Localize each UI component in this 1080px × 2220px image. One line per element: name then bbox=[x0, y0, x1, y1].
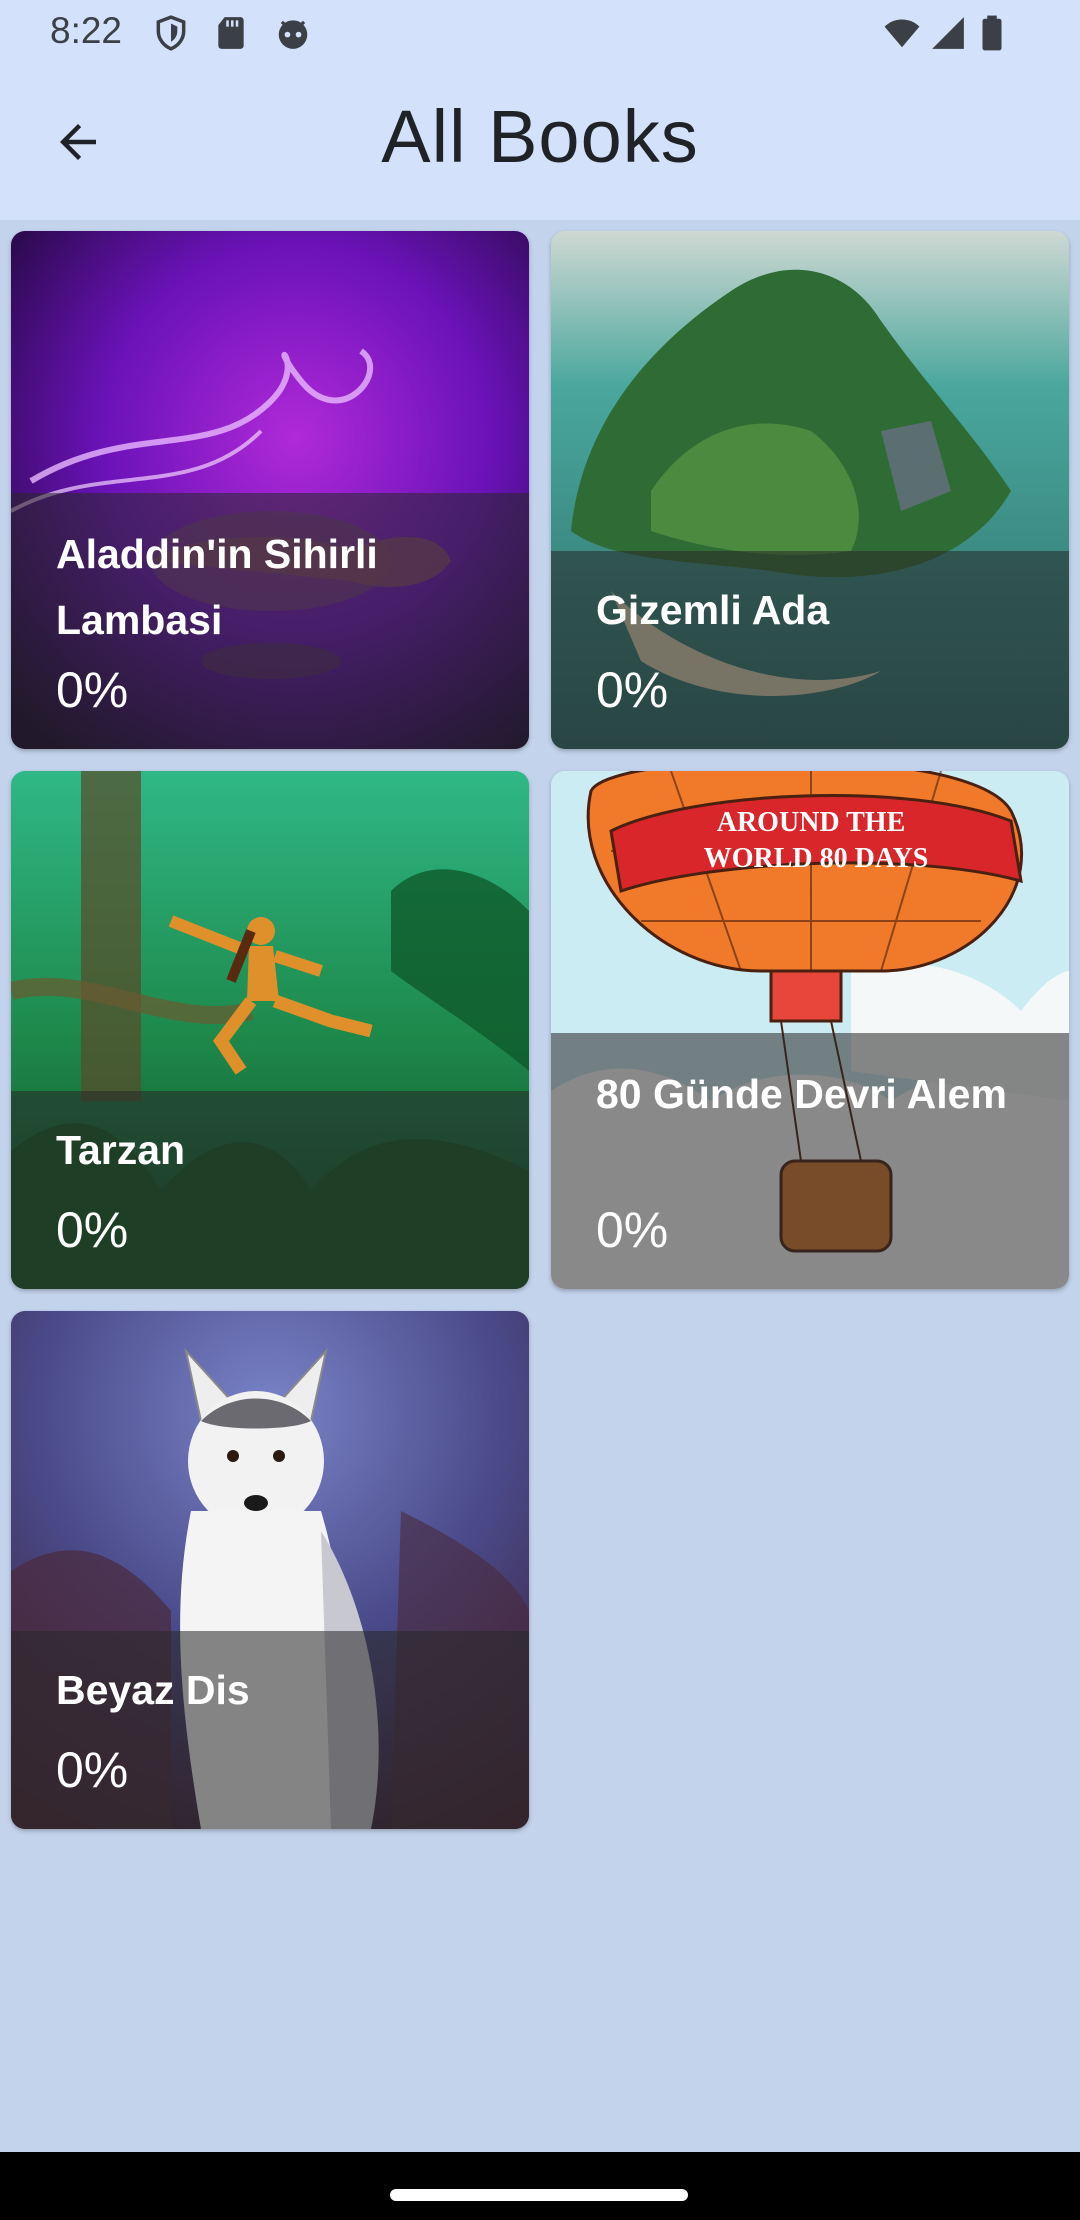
book-card-tarzan[interactable]: Tarzan 0% bbox=[11, 771, 529, 1289]
book-progress: 0% bbox=[56, 1202, 129, 1258]
book-title: Tarzan bbox=[56, 1127, 186, 1173]
cover-text-line2: WORLD 80 DAYS bbox=[704, 843, 929, 874]
book-title: 80 Günde Devri Alem bbox=[596, 1071, 1007, 1117]
book-progress: 0% bbox=[56, 662, 129, 718]
book-progress: 0% bbox=[596, 662, 669, 718]
sd-card-icon bbox=[218, 17, 244, 49]
book-progress: 0% bbox=[596, 1202, 669, 1258]
book-card-gizemli-ada[interactable]: Gizemli Ada 0% bbox=[551, 231, 1069, 749]
book-title: Beyaz Dis bbox=[56, 1667, 250, 1713]
book-progress: 0% bbox=[56, 1742, 129, 1798]
status-time: 8:22 bbox=[50, 10, 123, 51]
page-title: All Books bbox=[381, 95, 699, 178]
book-card-80-gunde-devri-alem[interactable]: AROUND THE WORLD 80 DAYS 80 Günde Devri … bbox=[551, 771, 1069, 1289]
book-card-aladdin[interactable]: Aladdin'in Sihirli Lambasi 0% bbox=[11, 231, 529, 749]
app-bar: All Books bbox=[0, 66, 1080, 220]
battery-icon bbox=[982, 15, 1002, 51]
home-indicator[interactable] bbox=[390, 2189, 688, 2201]
android-debug-icon bbox=[278, 20, 308, 49]
book-title: Aladdin'in Sihirli Lambasi bbox=[56, 531, 378, 643]
book-card-beyaz-dis[interactable]: Beyaz Dis 0% bbox=[11, 1311, 529, 1829]
wifi-icon bbox=[884, 19, 920, 48]
book-title: Gizemli Ada bbox=[596, 587, 830, 633]
cover-text-line1: AROUND THE bbox=[717, 807, 906, 838]
status-bar: 8:22 bbox=[0, 0, 1080, 66]
shield-icon bbox=[156, 15, 186, 51]
cellular-signal-icon bbox=[932, 17, 964, 49]
navigation-bar bbox=[0, 2152, 1080, 2220]
